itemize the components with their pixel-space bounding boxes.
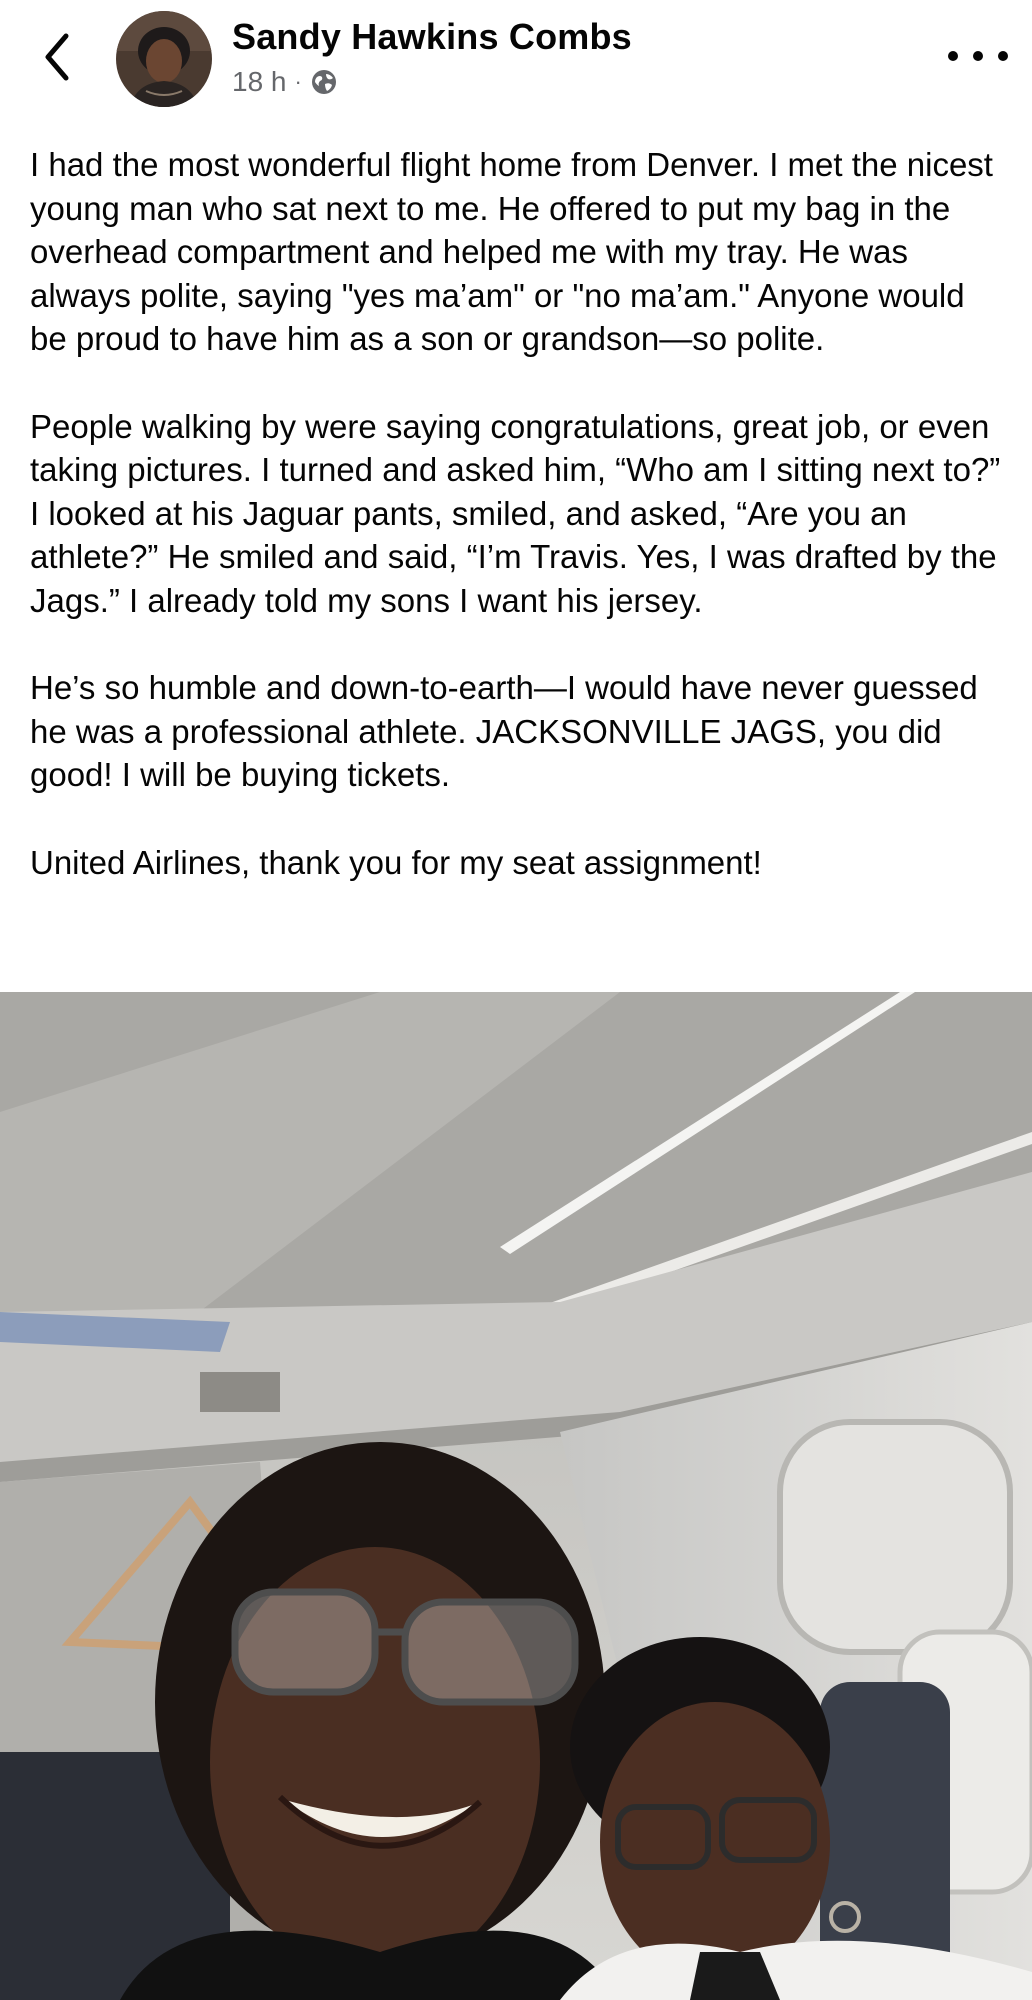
post-paragraph: He’s so humble and down-to-earth—I would… <box>30 669 978 794</box>
more-options-button[interactable] <box>948 34 1008 78</box>
post-paragraph: United Airlines, thank you for my seat a… <box>30 843 762 881</box>
meta-separator: · <box>294 69 302 94</box>
post-time[interactable]: 18 h <box>232 66 287 98</box>
avatar[interactable] <box>116 11 212 107</box>
post-paragraph: People walking by were saying congratula… <box>30 407 1001 619</box>
more-dot <box>973 51 983 61</box>
post-meta: 18 h · <box>232 64 338 100</box>
author-name[interactable]: Sandy Hawkins Combs <box>232 16 632 58</box>
chevron-left-icon <box>45 33 69 81</box>
post-paragraph: I had the most wonderful flight home fro… <box>30 146 993 358</box>
more-dot <box>948 51 958 61</box>
post-photo[interactable] <box>0 992 1032 2000</box>
post-header: Sandy Hawkins Combs 18 h · <box>0 0 1032 120</box>
globe-icon <box>311 70 336 94</box>
back-button[interactable] <box>32 24 82 90</box>
post-text: I had the most wonderful flight home fro… <box>30 143 1010 884</box>
more-dot <box>998 51 1008 61</box>
